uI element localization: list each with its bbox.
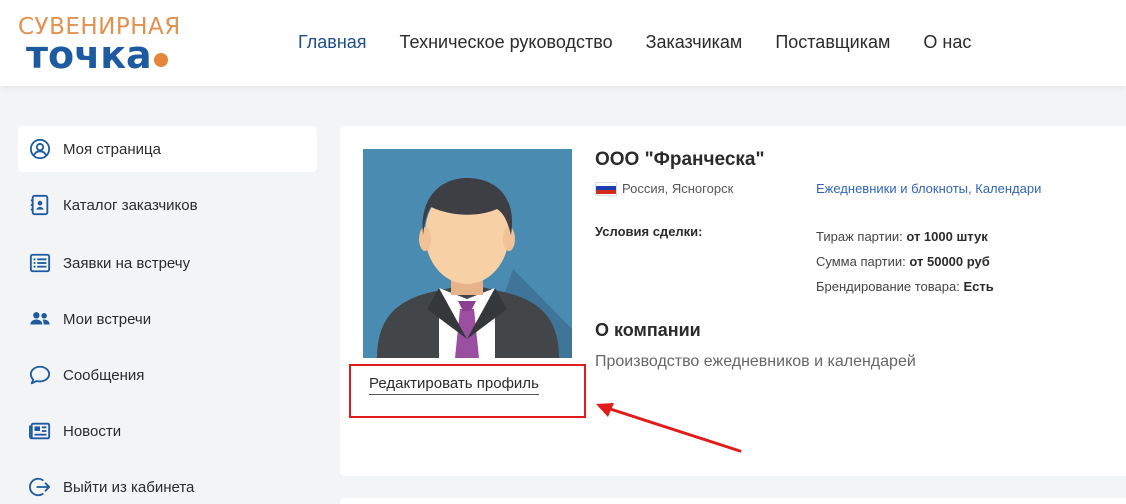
about-text: Производство ежедневников и календарей — [595, 353, 916, 370]
nav-customers[interactable]: Заказчикам — [646, 32, 743, 56]
users-icon — [28, 307, 52, 331]
sidebar-item-label: Моя страница — [63, 140, 161, 158]
term-batch-sum: Сумма партии: от 50000 руб — [816, 249, 994, 274]
company-name: ООО "Франческа" — [595, 149, 765, 170]
sidebar-item-meeting-requests[interactable]: Заявки на встречу — [18, 240, 317, 286]
sidebar-item-label: Заявки на встречу — [63, 254, 191, 272]
sidebar-item-news[interactable]: Новости — [18, 408, 317, 454]
location-text: Россия, Ясногорск — [622, 181, 734, 196]
term-value: от 50000 руб — [909, 254, 990, 269]
secondary-card — [340, 498, 1126, 504]
list-icon — [28, 251, 52, 275]
edit-profile-link[interactable]: Редактировать профиль — [369, 375, 539, 395]
term-label: Брендирование товара: — [816, 279, 960, 294]
term-label: Сумма партии: — [816, 254, 906, 269]
terms-label: Условия сделки: — [595, 224, 703, 239]
company-location: Россия, Ясногорск — [595, 181, 733, 196]
user-circle-icon — [28, 137, 52, 161]
sidebar-item-messages[interactable]: Сообщения — [18, 352, 317, 398]
comment-icon — [28, 363, 52, 387]
sidebar-item-logout[interactable]: Выйти из кабинета — [18, 464, 317, 504]
nav-about[interactable]: О нас — [923, 32, 971, 56]
site-logo[interactable]: СУВЕНИРНАЯ точка — [18, 14, 180, 77]
term-batch-size: Тираж партии: от 1000 штук — [816, 224, 994, 249]
sidebar-item-label: Выйти из кабинета — [63, 478, 195, 496]
russia-flag-icon — [595, 181, 617, 196]
nav-tech-guide[interactable]: Техническое руководство — [400, 32, 613, 56]
term-branding: Брендирование товара: Есть — [816, 274, 994, 299]
address-book-icon — [28, 193, 52, 217]
nav-suppliers[interactable]: Поставщикам — [775, 32, 890, 56]
term-value: Есть — [963, 279, 994, 294]
sidebar-item-label: Новости — [63, 422, 122, 440]
logo-bottom-text: точка — [26, 33, 152, 77]
sidebar-item-label: Каталог заказчиков — [63, 196, 198, 214]
sidebar-item-my-page[interactable]: Моя страница — [18, 126, 317, 172]
terms-list: Тираж партии: от 1000 штук Сумма партии:… — [816, 224, 994, 299]
site-header: СУВЕНИРНАЯ точка Главная Техническое рук… — [0, 0, 1126, 86]
term-label: Тираж партии: — [816, 229, 903, 244]
term-value: от 1000 штук — [906, 229, 988, 244]
avatar-placeholder-icon — [363, 149, 572, 358]
nav-home[interactable]: Главная — [298, 32, 367, 56]
company-category-link[interactable]: Ежедневники и блокноты, Календари — [816, 181, 1041, 196]
newspaper-icon — [28, 419, 52, 443]
logout-icon — [28, 475, 52, 499]
about-title: О компании — [595, 320, 701, 340]
sidebar-item-my-meetings[interactable]: Мои встречи — [18, 296, 317, 342]
main-nav: Главная Техническое руководство Заказчик… — [298, 32, 971, 56]
sidebar-item-label: Мои встречи — [63, 310, 152, 328]
avatar — [363, 149, 572, 358]
sidebar-item-customer-catalog[interactable]: Каталог заказчиков — [18, 182, 317, 228]
logo-dot — [154, 53, 168, 67]
sidebar-item-label: Сообщения — [63, 366, 145, 384]
annotation-arrow-icon — [596, 403, 742, 453]
